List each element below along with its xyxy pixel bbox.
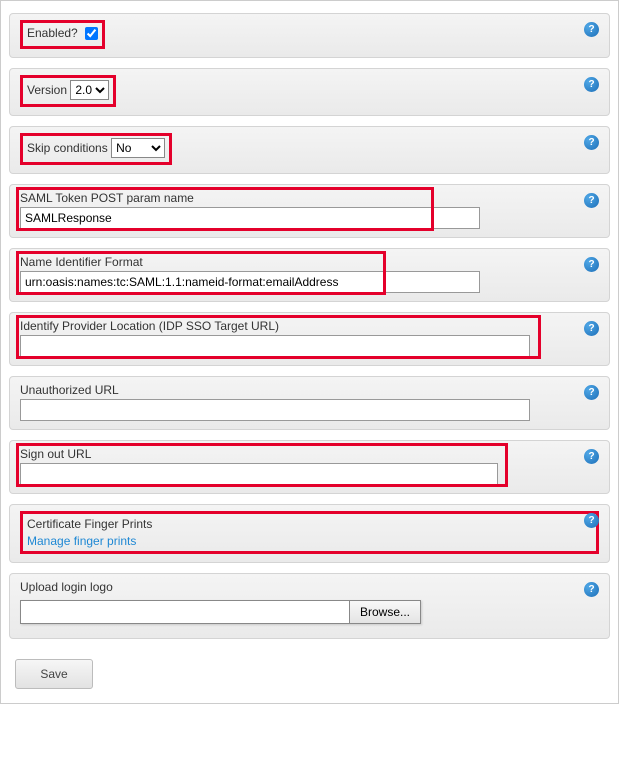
help-icon[interactable]: ? xyxy=(584,22,599,37)
save-button[interactable]: Save xyxy=(15,659,93,689)
skip-conditions-select[interactable]: No xyxy=(111,138,165,158)
enabled-checkbox[interactable] xyxy=(85,27,98,40)
unauthorized-url-label: Unauthorized URL xyxy=(20,383,599,397)
section-unauthorized-url: Unauthorized URL ? xyxy=(9,376,610,430)
browse-button[interactable]: Browse... xyxy=(350,600,421,624)
manage-fingerprints-link[interactable]: Manage finger prints xyxy=(27,533,136,550)
name-id-format-label: Name Identifier Format xyxy=(20,255,480,269)
version-label: Version xyxy=(27,82,67,99)
section-upload-logo: Upload login logo Browse... ? xyxy=(9,573,610,639)
unauthorized-url-input[interactable] xyxy=(20,399,530,421)
saml-config-panel: Enabled? ? Version 2.0 ? Skip conditions… xyxy=(0,0,619,704)
help-icon[interactable]: ? xyxy=(584,385,599,400)
section-cert-fingerprints: Certificate Finger Prints Manage finger … xyxy=(9,504,610,564)
section-sign-out-url: Sign out URL ? xyxy=(9,440,610,494)
version-select[interactable]: 2.0 xyxy=(70,80,109,100)
sign-out-url-label: Sign out URL xyxy=(20,447,510,461)
saml-token-input[interactable] xyxy=(20,207,480,229)
saml-token-label: SAML Token POST param name xyxy=(20,191,480,205)
cert-fingerprints-label: Certificate Finger Prints xyxy=(27,516,152,533)
upload-logo-label: Upload login logo xyxy=(20,580,599,594)
help-icon[interactable]: ? xyxy=(584,135,599,150)
section-skip-conditions: Skip conditions No ? xyxy=(9,126,610,174)
help-icon[interactable]: ? xyxy=(584,77,599,92)
skip-conditions-label: Skip conditions xyxy=(27,140,108,157)
idp-location-label: Identify Provider Location (IDP SSO Targ… xyxy=(20,319,540,333)
help-icon[interactable]: ? xyxy=(584,449,599,464)
section-name-id-format: Name Identifier Format ? xyxy=(9,248,610,302)
section-saml-token: SAML Token POST param name ? xyxy=(9,184,610,238)
highlight-version: Version 2.0 xyxy=(20,75,116,107)
help-icon[interactable]: ? xyxy=(584,257,599,272)
sign-out-url-input[interactable] xyxy=(20,463,498,485)
highlight-enabled: Enabled? xyxy=(20,20,105,49)
section-enabled: Enabled? ? xyxy=(9,13,610,58)
section-idp-location: Identify Provider Location (IDP SSO Targ… xyxy=(9,312,610,366)
highlight-skip-conditions: Skip conditions No xyxy=(20,133,172,165)
help-icon[interactable]: ? xyxy=(584,321,599,336)
help-icon[interactable]: ? xyxy=(584,193,599,208)
highlight-cert-fingerprints: Certificate Finger Prints Manage finger … xyxy=(20,511,599,555)
help-icon[interactable]: ? xyxy=(584,582,599,597)
section-version: Version 2.0 ? xyxy=(9,68,610,116)
enabled-label: Enabled? xyxy=(27,25,78,42)
file-path-display[interactable] xyxy=(20,600,350,624)
file-input-wrap: Browse... xyxy=(20,600,421,624)
name-id-format-input[interactable] xyxy=(20,271,480,293)
help-icon[interactable]: ? xyxy=(584,513,599,528)
idp-location-input[interactable] xyxy=(20,335,530,357)
